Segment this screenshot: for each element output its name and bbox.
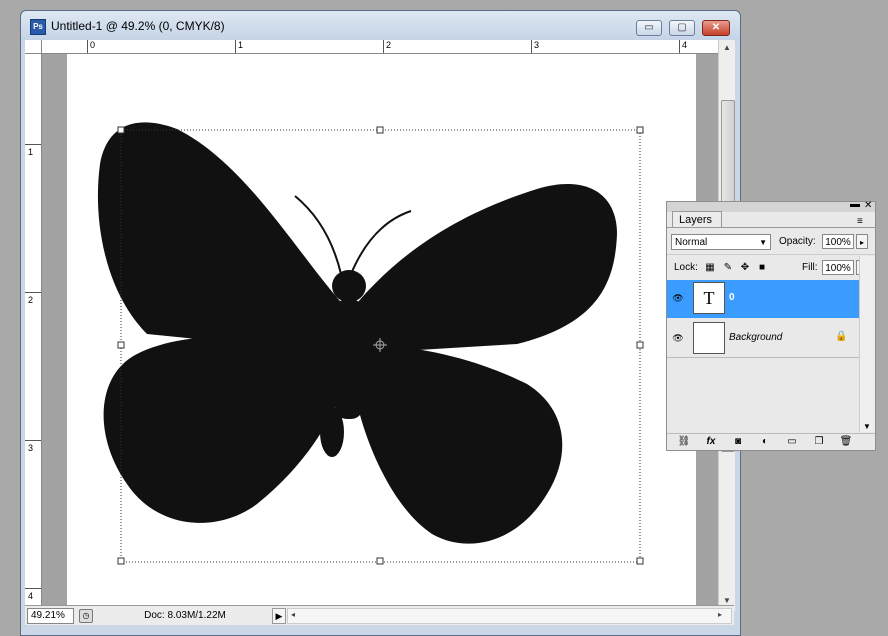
folder-icon[interactable]: ▭ — [783, 436, 801, 447]
layers-panel: ▬ ✕ Layers ✕ ≡ Normal ▼ Opacity: 100% ▸ … — [666, 199, 876, 451]
close-button[interactable]: ✕ — [702, 20, 730, 36]
collapse-icon[interactable]: ▬ — [850, 199, 860, 210]
lock-all-icon[interactable]: ■ — [756, 262, 768, 273]
layer-row-text[interactable]: 👁 T 0 — [667, 280, 859, 318]
scroll-right-arrow[interactable]: ▸ — [718, 610, 722, 619]
eye-icon[interactable]: 👁 — [671, 292, 685, 304]
link-icon[interactable]: ⛓ — [675, 436, 693, 447]
panel-menu-icon[interactable]: ≡ — [857, 216, 863, 227]
adjustment-icon[interactable]: ◐ — [756, 436, 774, 447]
document-title: Untitled-1 @ 49.2% (0, CMYK/8) — [51, 19, 225, 33]
layers-scrollbar[interactable]: ▼ — [859, 256, 875, 432]
ruler-label: 3 — [534, 40, 540, 50]
ruler-label: 1 — [28, 147, 34, 157]
fill-input[interactable]: 100% — [822, 260, 854, 275]
ruler-label: 0 — [90, 40, 96, 50]
butterfly-shape[interactable] — [67, 54, 696, 611]
lock-position-icon[interactable]: ✥ — [739, 262, 751, 273]
fill-label: Fill: — [802, 262, 818, 273]
blend-mode-value: Normal — [675, 237, 708, 248]
layer-name[interactable]: Background — [729, 332, 782, 343]
blend-mode-select[interactable]: Normal ▼ — [671, 234, 771, 250]
scroll-up-arrow[interactable]: ▲ — [723, 43, 731, 52]
new-layer-icon[interactable]: ❐ — [810, 436, 828, 447]
trash-icon[interactable]: 🗑 — [837, 436, 855, 447]
vertical-ruler[interactable]: 1 2 3 4 — [25, 54, 42, 611]
maximize-button[interactable]: ▢ — [669, 20, 695, 36]
mask-icon[interactable]: ◙ — [729, 436, 747, 447]
canvas-workspace[interactable] — [42, 54, 718, 611]
ruler-label: 4 — [682, 40, 688, 50]
lock-label: Lock: — [674, 262, 698, 273]
ruler-label: 4 — [28, 591, 34, 601]
layer-thumbnail: T — [693, 282, 725, 314]
ruler-label: 2 — [386, 40, 392, 50]
chevron-down-icon: ▼ — [759, 238, 767, 247]
layer-row-background[interactable]: 👁 Background 🔒 — [667, 320, 859, 358]
opacity-slider-arrow[interactable]: ▸ — [856, 234, 868, 249]
fx-icon[interactable]: fx — [702, 436, 720, 447]
divider — [667, 254, 875, 255]
status-info-icon[interactable]: ◷ — [79, 609, 93, 623]
ruler-label: 3 — [28, 443, 34, 453]
eye-icon[interactable]: 👁 — [671, 332, 685, 344]
status-menu-arrow[interactable]: ▶ — [272, 608, 286, 624]
opacity-label: Opacity: — [779, 236, 816, 247]
panel-close-icon[interactable]: ✕ — [864, 200, 872, 211]
tab-divider — [667, 227, 875, 228]
lock-icon: 🔒 — [835, 331, 848, 342]
status-bar: 49.21% ◷ Doc: 8.03M/1.22M ▶ ◂ ▸ — [25, 605, 734, 625]
ruler-label: 2 — [28, 295, 34, 305]
ruler-origin[interactable] — [25, 40, 42, 54]
ruler-label: 1 — [238, 40, 244, 50]
scroll-down-arrow[interactable]: ▼ — [863, 422, 871, 431]
horizontal-ruler[interactable]: 0 1 2 3 4 — [42, 40, 735, 54]
scroll-left-arrow[interactable]: ◂ — [291, 610, 295, 619]
layer-name[interactable]: 0 — [729, 292, 735, 303]
layers-footer: ⛓ fx ◙ ◐ ▭ ❐ 🗑 — [667, 433, 875, 450]
photoshop-app-icon: Ps — [30, 19, 46, 35]
tab-layers[interactable]: Layers ✕ — [672, 211, 722, 242]
scroll-down-arrow[interactable]: ▼ — [723, 596, 731, 605]
lock-brush-icon[interactable]: ✎ — [722, 262, 734, 273]
title-bar[interactable]: Ps Untitled-1 @ 49.2% (0, CMYK/8) ▭ ▢ ✕ — [21, 11, 740, 41]
lock-transparent-icon[interactable]: ▦ — [704, 262, 716, 273]
minimize-button[interactable]: ▭ — [636, 20, 662, 36]
horizontal-scrollbar[interactable]: ◂ ▸ — [287, 608, 732, 624]
opacity-input[interactable]: 100% — [822, 234, 854, 249]
zoom-input[interactable]: 49.21% — [27, 608, 74, 624]
document-canvas[interactable] — [67, 54, 696, 611]
layer-thumbnail — [693, 322, 725, 354]
tab-layers-label: Layers — [679, 214, 713, 226]
document-window: Ps Untitled-1 @ 49.2% (0, CMYK/8) ▭ ▢ ✕ … — [20, 10, 741, 636]
document-size-info: Doc: 8.03M/1.22M — [144, 610, 226, 621]
